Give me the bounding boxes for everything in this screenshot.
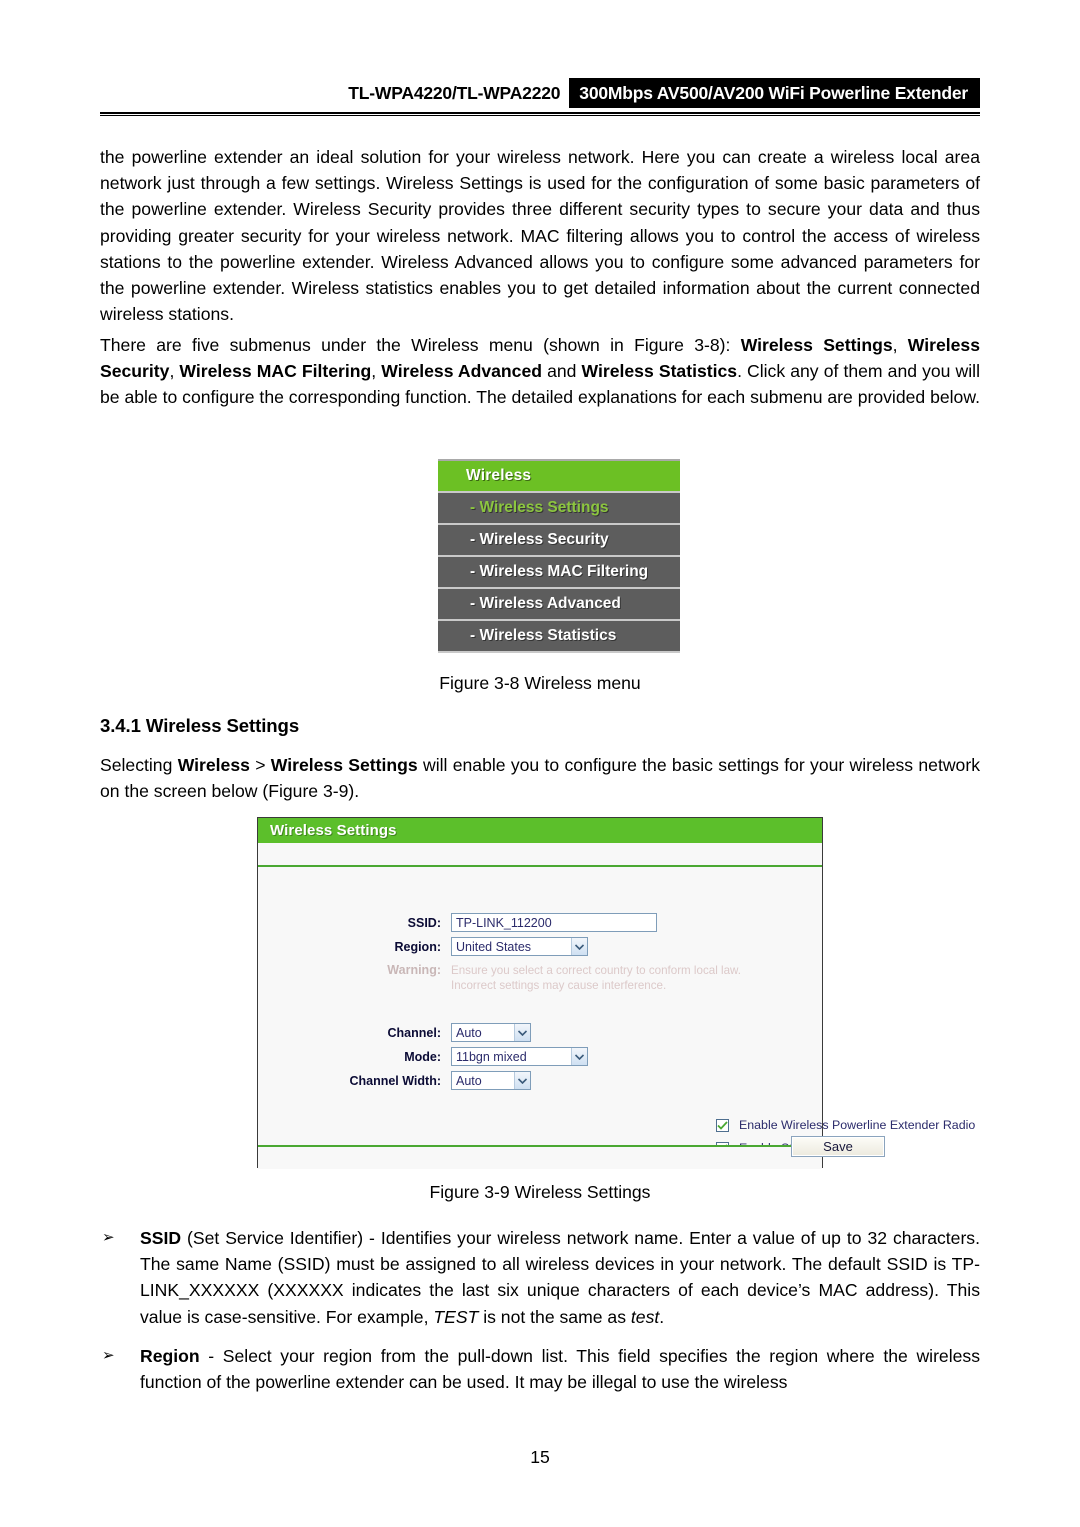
panel-subbar: [258, 843, 822, 867]
bullet-text-ssid: SSID (Set Service Identifier) - Identifi…: [140, 1228, 980, 1327]
bullet-item-region: ➢ Region - Select your region from the p…: [100, 1343, 980, 1395]
figure-3-9-caption: Figure 3-9 Wireless Settings: [429, 1182, 651, 1202]
paragraph-selecting: Selecting Wireless > Wireless Settings w…: [100, 755, 980, 802]
channel-select[interactable]: Auto: [451, 1023, 531, 1042]
region-select-value: United States: [456, 939, 532, 954]
menu-item-wireless-statistics[interactable]: - Wireless Statistics: [438, 621, 680, 653]
menu-item-wireless-mac-filtering[interactable]: - Wireless MAC Filtering: [438, 557, 680, 589]
menu-item-wireless-security[interactable]: - Wireless Security: [438, 525, 680, 557]
wireless-menu-figure: Wireless - Wireless Settings - Wireless …: [438, 459, 680, 653]
chevron-down-icon: [571, 1048, 587, 1065]
menu-item-wireless-advanced[interactable]: - Wireless Advanced: [438, 589, 680, 621]
channel-width-select-value: Auto: [456, 1073, 482, 1088]
checkbox-enable-radio-label: Enable Wireless Powerline Extender Radio: [739, 1118, 976, 1132]
channel-width-select[interactable]: Auto: [451, 1071, 531, 1090]
channel-width-label: Channel Width:: [349, 1073, 441, 1088]
figure-3-8-caption: Figure 3-8 Wireless menu: [439, 673, 641, 693]
field-row-channel-width: Channel Width: Auto: [258, 1071, 824, 1090]
bullet-text-region: Region - Select your region from the pul…: [140, 1346, 980, 1393]
field-row-region: Region: United States: [258, 937, 824, 956]
page-number: 15: [530, 1447, 550, 1467]
field-row-mode: Mode: 11bgn mixed: [258, 1047, 824, 1066]
checkbox-enable-radio[interactable]: [716, 1118, 729, 1132]
chevron-down-icon: [514, 1072, 530, 1089]
header-rule: [100, 112, 980, 116]
warning-line-2: Incorrect settings may cause interferenc…: [451, 979, 667, 992]
ssid-label: SSID:: [407, 915, 441, 930]
save-button[interactable]: Save: [791, 1136, 885, 1157]
mode-select-value: 11bgn mixed: [456, 1049, 527, 1064]
ssid-input[interactable]: TP-LINK_112200: [451, 913, 657, 932]
bullet-marker-icon: ➢: [102, 1229, 115, 1246]
wireless-settings-panel: Wireless Settings SSID: TP-LINK_112200 R…: [257, 817, 975, 1169]
chevron-down-icon: [514, 1024, 530, 1041]
document-page: TL-WPA4220/TL-WPA2220 300Mbps AV500/AV20…: [0, 0, 1080, 1527]
paragraph-submenus: There are five submenus under the Wirele…: [100, 335, 980, 408]
paragraph-intro: the powerline extender an ideal solution…: [100, 147, 980, 325]
panel-footer: Save: [258, 1136, 885, 1169]
region-select[interactable]: United States: [451, 937, 588, 956]
warning-label: Warning:: [387, 963, 441, 977]
field-row-warning: Warning: Ensure you select a correct cou…: [258, 963, 824, 993]
header-product-text: 300Mbps AV500/AV200 WiFi Powerline Exten…: [569, 78, 980, 108]
menu-item-wireless-settings[interactable]: - Wireless Settings: [438, 493, 680, 525]
section-heading-3-4-1: 3.4.1 Wireless Settings: [100, 715, 300, 736]
header-model-text: TL-WPA4220/TL-WPA2220: [348, 82, 561, 103]
channel-label: Channel:: [387, 1025, 441, 1040]
channel-select-value: Auto: [456, 1025, 482, 1040]
mode-label: Mode:: [404, 1049, 441, 1064]
bullet-item-ssid: ➢ SSID (Set Service Identifier) - Identi…: [100, 1225, 980, 1330]
region-label: Region:: [394, 939, 441, 954]
running-header: TL-WPA4220/TL-WPA2220 300Mbps AV500/AV20…: [100, 78, 980, 112]
checkbox-row-enable-radio[interactable]: Enable Wireless Powerline Extender Radio: [716, 1118, 975, 1132]
panel-title-bar: Wireless Settings: [258, 818, 822, 843]
chevron-down-icon: [571, 938, 587, 955]
panel-body: SSID: TP-LINK_112200 Region: United Stat…: [258, 867, 975, 1155]
bullet-marker-icon: ➢: [102, 1347, 115, 1364]
warning-line-1: Ensure you select a correct country to c…: [451, 964, 741, 977]
menu-header-wireless[interactable]: Wireless: [438, 461, 680, 493]
field-row-ssid: SSID: TP-LINK_112200: [258, 913, 824, 932]
field-row-channel: Channel: Auto: [258, 1023, 824, 1042]
mode-select[interactable]: 11bgn mixed: [451, 1047, 588, 1066]
